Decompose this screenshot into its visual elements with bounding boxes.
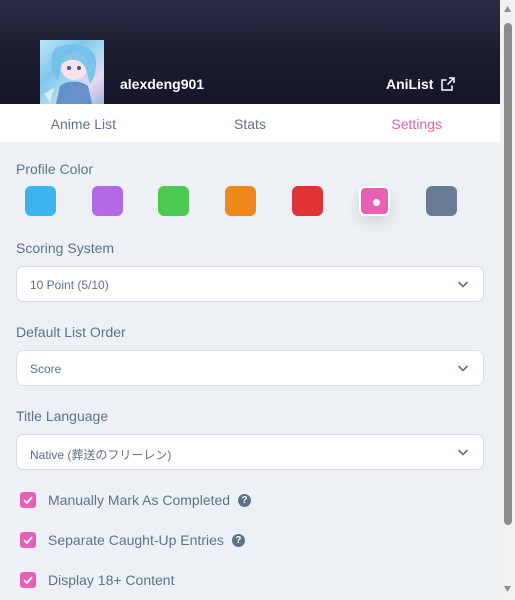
question-icon[interactable]: ? [238,493,252,507]
default-list-order-label: Default List Order [16,324,126,340]
color-swatch-purple[interactable] [91,186,123,216]
anilist-link[interactable]: AniList [386,76,456,92]
external-link-icon [441,77,456,91]
color-swatch-green[interactable] [158,186,189,216]
profile-header: alexdeng901 AniList [0,0,500,104]
tab-stats[interactable]: Stats [167,104,334,142]
color-swatch-red[interactable] [292,186,323,216]
scroll-thumb[interactable] [504,23,512,525]
default-list-order-value: Score [30,362,62,376]
triangle-down-icon [504,586,511,592]
chevron-down-icon [457,365,469,372]
color-swatch-blue[interactable] [25,186,56,216]
display-18-content-checkbox[interactable] [20,572,36,588]
avatar-image [44,44,97,104]
tab-anime-list[interactable]: Anime List [0,104,167,142]
tab-bar: Anime List Stats Settings [0,104,500,142]
check-icon [23,576,33,585]
anilist-link-label: AniList [386,76,434,92]
title-language-label: Title Language [16,408,109,424]
question-icon[interactable]: ? [231,533,245,547]
app-panel: alexdeng901 AniList Anime List Stats Set… [0,0,500,600]
separate-caught-up-label[interactable]: Separate Caught-Up Entries [48,532,224,548]
selected-dot-icon [373,199,380,206]
scoring-system-label: Scoring System [16,240,115,256]
avatar[interactable] [40,40,104,104]
manually-mark-completed-label[interactable]: Manually Mark As Completed [48,492,230,508]
default-list-order-select[interactable]: Score [16,350,484,386]
triangle-up-icon [504,6,511,12]
manually-mark-completed-row: Manually Mark As Completed ? [20,490,252,510]
color-swatch-pink[interactable] [359,186,390,216]
chevron-down-icon [457,449,469,456]
scoring-system-select[interactable]: 10 Point (5/10) [16,266,484,302]
profile-color-label: Profile Color [16,161,94,177]
vertical-scrollbar[interactable] [500,0,515,600]
display-18-content-label[interactable]: Display 18+ Content [48,572,174,588]
profile-color-picker [25,186,457,216]
tab-settings[interactable]: Settings [333,104,500,142]
title-language-select[interactable]: Native (葬送のフリーレン) [16,434,484,470]
separate-caught-up-checkbox[interactable] [20,532,36,548]
check-icon [23,496,33,505]
scroll-down-arrow[interactable] [500,582,515,596]
chevron-down-icon [457,281,469,288]
title-language-value: Native (葬送のフリーレン) [30,448,172,462]
display-18-content-row: Display 18+ Content [20,570,174,590]
manually-mark-completed-checkbox[interactable] [20,492,36,508]
color-swatch-gray[interactable] [426,186,457,216]
color-swatch-orange[interactable] [225,186,256,216]
separate-caught-up-row: Separate Caught-Up Entries ? [20,530,245,550]
check-icon [23,536,33,545]
username: alexdeng901 [120,76,205,92]
scroll-up-arrow[interactable] [500,2,515,16]
scoring-system-value: 10 Point (5/10) [30,278,109,292]
